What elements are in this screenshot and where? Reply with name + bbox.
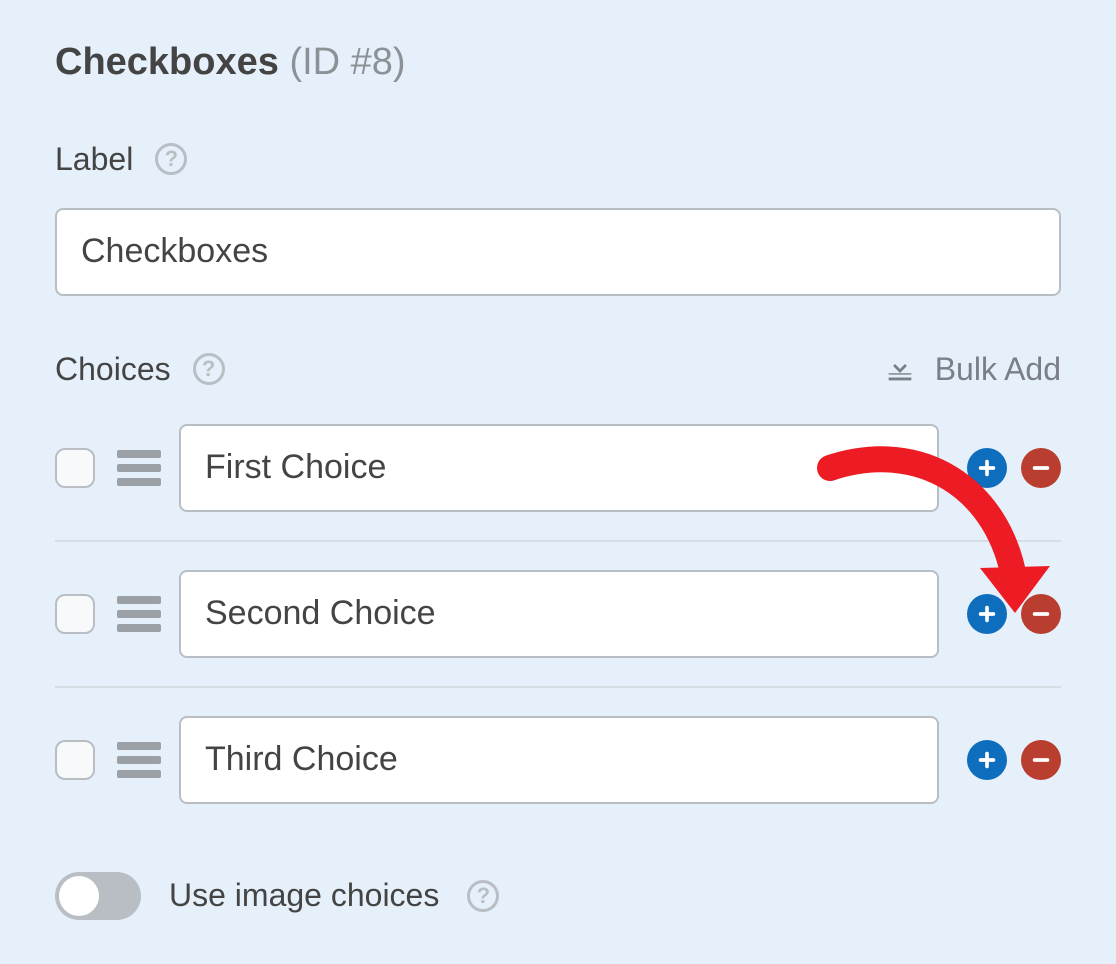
choices-header: Choices ? Bulk Add — [55, 351, 1061, 388]
remove-choice-button[interactable] — [1021, 594, 1061, 634]
choice-row — [55, 416, 1061, 542]
choices-label: Choices — [55, 351, 171, 388]
help-icon[interactable]: ? — [155, 143, 187, 175]
field-id-text: (ID #8) — [289, 41, 405, 83]
remove-choice-button[interactable] — [1021, 740, 1061, 780]
choice-input[interactable] — [179, 424, 939, 512]
image-choices-row: Use image choices ? — [55, 872, 1061, 920]
label-text: Label — [55, 141, 133, 178]
choices-list — [55, 416, 1061, 832]
remove-choice-button[interactable] — [1021, 448, 1061, 488]
help-icon[interactable]: ? — [467, 880, 499, 912]
choice-input[interactable] — [179, 716, 939, 804]
add-choice-button[interactable] — [967, 594, 1007, 634]
label-section-header: Label ? — [55, 141, 1061, 178]
choice-default-checkbox[interactable] — [55, 448, 95, 488]
panel-title: Checkboxes (ID #8) — [55, 40, 1061, 86]
image-choices-label: Use image choices — [169, 877, 439, 914]
label-input[interactable] — [55, 208, 1061, 296]
choice-input[interactable] — [179, 570, 939, 658]
drag-handle-icon[interactable] — [113, 742, 161, 778]
bulk-add-label: Bulk Add — [935, 351, 1061, 388]
choice-default-checkbox[interactable] — [55, 740, 95, 780]
drag-handle-icon[interactable] — [113, 450, 161, 486]
field-type-title: Checkboxes — [55, 41, 279, 83]
choice-row — [55, 542, 1061, 688]
choice-default-checkbox[interactable] — [55, 594, 95, 634]
help-icon[interactable]: ? — [193, 353, 225, 385]
choice-row — [55, 688, 1061, 832]
field-settings-panel: Checkboxes (ID #8) Label ? Choices ? Bul… — [0, 0, 1116, 950]
add-choice-button[interactable] — [967, 740, 1007, 780]
drag-handle-icon[interactable] — [113, 596, 161, 632]
bulk-add-button[interactable]: Bulk Add — [883, 351, 1061, 388]
image-choices-toggle[interactable] — [55, 872, 141, 920]
add-choice-button[interactable] — [967, 448, 1007, 488]
download-icon — [883, 352, 917, 386]
